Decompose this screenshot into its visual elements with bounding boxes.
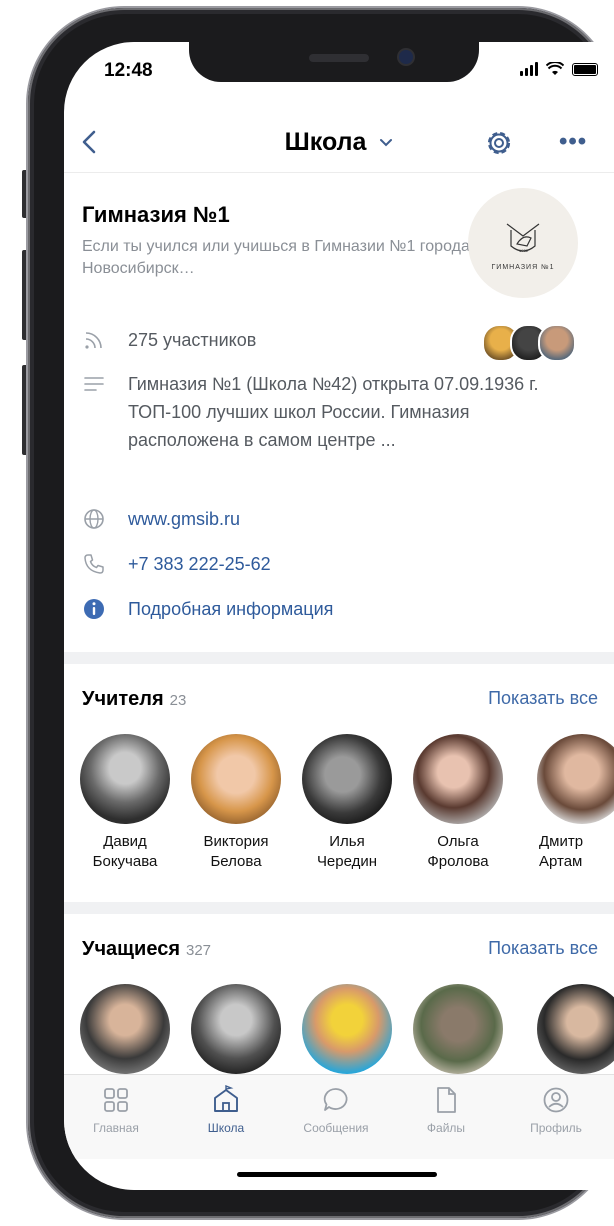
students-show-all-link[interactable]: Показать все <box>488 938 598 959</box>
student-card[interactable] <box>408 984 508 1082</box>
avatar <box>191 734 281 824</box>
status-time: 12:48 <box>104 60 153 81</box>
tab-files[interactable]: Файлы <box>396 1085 496 1135</box>
avatar <box>302 734 392 824</box>
avatar <box>191 984 281 1074</box>
header: Школа ••• <box>64 112 614 173</box>
signal-icon <box>520 62 538 76</box>
chevron-down-icon <box>380 139 393 147</box>
tab-messages[interactable]: Сообщения <box>286 1085 386 1135</box>
teacher-first-name: Давид <box>103 833 147 850</box>
tab-school-label: Школа <box>207 1121 245 1135</box>
teacher-first-name: Дмитр <box>539 833 584 850</box>
students-title: Учащиеся 327 <box>82 938 211 961</box>
teacher-card[interactable]: Виктория Белова <box>186 734 286 872</box>
status-icons <box>520 62 598 76</box>
bird-emblem-icon: 1936 <box>506 223 540 253</box>
text-lines-icon <box>84 377 104 391</box>
phone-link[interactable]: +7 383 222-25-62 <box>128 550 271 578</box>
avatar <box>538 324 576 362</box>
teacher-last-name: Бокучава <box>92 853 158 870</box>
section-divider <box>64 652 614 664</box>
teacher-card[interactable]: Давид Бокучава <box>75 734 175 872</box>
tab-profile[interactable]: Профиль <box>506 1085 606 1135</box>
screen: 12:48 Школа ••• Гимназия №1 Если ты учил… <box>64 42 614 1190</box>
tab-profile-label: Профиль <box>530 1121 582 1135</box>
group-logo[interactable]: 1936 ГИМНАЗИЯ №1 <box>468 188 578 298</box>
teachers-show-all-link[interactable]: Показать все <box>488 688 598 709</box>
logo-text: ГИМНАЗИЯ №1 <box>491 263 555 271</box>
member-avatars[interactable] <box>482 324 576 362</box>
speaker <box>309 54 369 62</box>
home-indicator[interactable] <box>237 1172 437 1177</box>
teachers-count: 23 <box>169 692 187 709</box>
phone-icon <box>84 554 104 574</box>
student-card[interactable] <box>75 984 175 1082</box>
details-row[interactable]: Подробная информация <box>82 595 602 623</box>
group-description: Если ты учился или учишься в Гимназии №1… <box>82 238 470 277</box>
school-icon <box>214 1085 238 1112</box>
teacher-card[interactable]: Дмитр Артам <box>519 734 614 872</box>
website-row[interactable]: www.gmsib.ru <box>82 505 602 533</box>
tab-files-label: Файлы <box>426 1121 466 1135</box>
notch <box>189 42 479 82</box>
about-text: Гимназия №1 (Школа №42) открыта 07.09.19… <box>128 374 539 450</box>
website-link[interactable]: www.gmsib.ru <box>128 505 240 533</box>
teachers-title-text: Учителя <box>82 688 164 710</box>
wifi-icon <box>546 62 564 75</box>
file-icon <box>437 1087 456 1113</box>
students-count: 327 <box>186 942 212 959</box>
grid-icon <box>104 1088 128 1112</box>
rss-icon <box>85 332 102 349</box>
avatar <box>537 734 614 824</box>
tab-bar: Главная Школа Сообщения Файлы Профиль <box>64 1074 614 1159</box>
section-divider <box>64 902 614 914</box>
tab-home-label: Главная <box>93 1121 139 1135</box>
user-circle-icon <box>543 1087 569 1113</box>
teacher-first-name: Илья <box>329 833 365 850</box>
more-icon[interactable]: ••• <box>559 128 587 156</box>
info-icon <box>84 599 104 619</box>
chat-bubble-icon <box>323 1088 348 1111</box>
teacher-first-name: Виктория <box>203 833 269 850</box>
teacher-first-name: Ольга <box>437 833 479 850</box>
globe-icon <box>84 509 104 529</box>
teachers-title: Учителя 23 <box>82 688 186 711</box>
teacher-card[interactable]: Илья Чередин <box>297 734 397 872</box>
teacher-card[interactable]: Ольга Фролова <box>408 734 508 872</box>
teacher-last-name: Артам <box>539 853 583 870</box>
teacher-last-name: Фролова <box>427 853 489 870</box>
gear-icon[interactable] <box>484 128 514 158</box>
avatar <box>80 734 170 824</box>
front-camera <box>399 50 413 64</box>
avatar <box>413 734 503 824</box>
avatar <box>537 984 614 1074</box>
tab-home[interactable]: Главная <box>66 1085 166 1135</box>
teacher-last-name: Белова <box>210 853 262 870</box>
avatar <box>80 984 170 1074</box>
tab-school[interactable]: Школа <box>176 1085 276 1135</box>
page-title[interactable]: Школа <box>64 128 614 157</box>
tab-messages-label: Сообщения <box>303 1121 369 1135</box>
phone-row[interactable]: +7 383 222-25-62 <box>82 550 602 578</box>
student-card[interactable] <box>186 984 286 1082</box>
details-link[interactable]: Подробная информация <box>128 595 333 623</box>
members-count: 275 участников <box>128 330 257 350</box>
group-name: Гимназия №1 <box>82 202 230 227</box>
avatar <box>413 984 503 1074</box>
students-title-text: Учащиеся <box>82 938 180 960</box>
teacher-last-name: Чередин <box>316 853 378 870</box>
page-title-text: Школа <box>284 128 367 156</box>
logo-year: 1936 <box>519 248 529 253</box>
avatar <box>302 984 392 1074</box>
about-row: Гимназия №1 (Школа №42) открыта 07.09.19… <box>82 370 602 454</box>
student-card[interactable] <box>519 984 614 1082</box>
battery-icon <box>572 63 598 76</box>
student-card[interactable] <box>297 984 397 1082</box>
